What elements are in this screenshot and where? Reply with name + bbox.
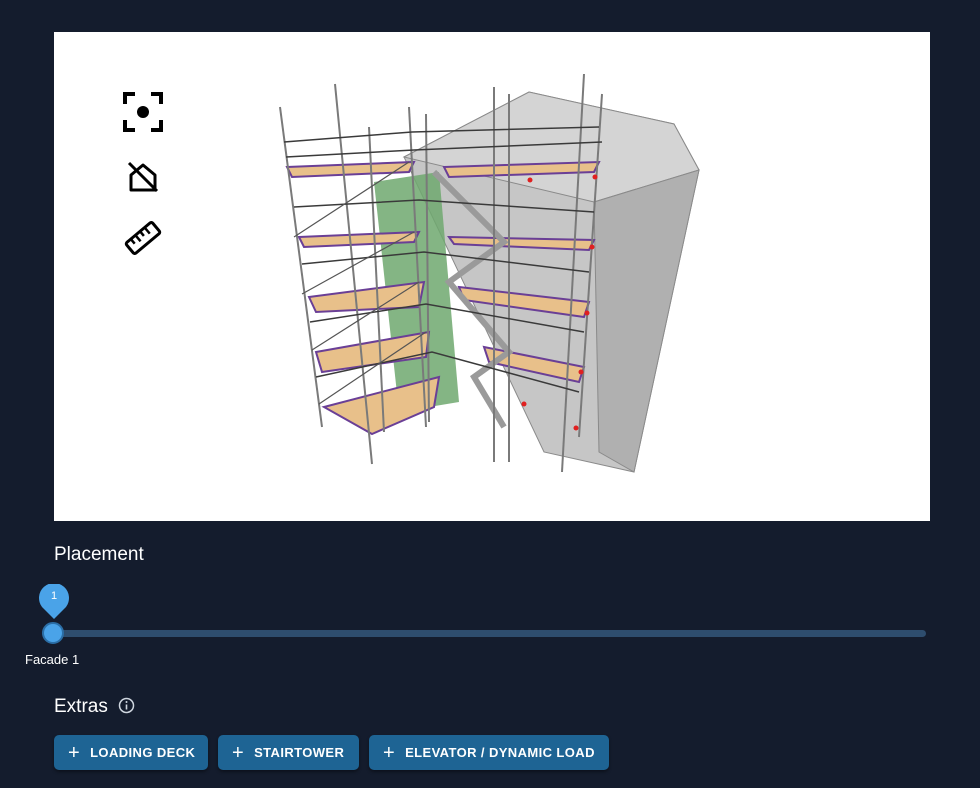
placement-slider-track[interactable] — [54, 630, 926, 637]
stairtower-label: STAIRTOWER — [254, 745, 345, 760]
add-stairtower-button[interactable]: + STAIRTOWER — [218, 735, 359, 770]
loading-deck-label: LOADING DECK — [90, 745, 196, 760]
hide-building-icon[interactable] — [122, 156, 164, 198]
info-icon[interactable] — [118, 697, 135, 714]
slider-value-text: 1 — [50, 590, 58, 602]
elevator-dynamic-load-label: ELEVATOR / DYNAMIC LOAD — [405, 745, 595, 760]
plus-icon: + — [383, 741, 396, 764]
slider-mark-facade[interactable]: Facade 1 — [25, 652, 79, 667]
scaffold-3d-viewer[interactable] — [54, 32, 930, 521]
slider-value-label: 1 — [38, 583, 70, 620]
add-loading-deck-button[interactable]: + LOADING DECK — [54, 735, 208, 770]
add-elevator-dynamic-load-button[interactable]: + ELEVATOR / DYNAMIC LOAD — [369, 735, 609, 770]
plus-icon: + — [68, 741, 81, 764]
placement-slider-thumb[interactable] — [42, 622, 64, 644]
focus-icon[interactable] — [122, 91, 164, 133]
plus-icon: + — [232, 741, 245, 764]
ruler-icon[interactable] — [122, 217, 164, 259]
scaffold-model[interactable] — [54, 32, 930, 521]
extras-title: Extras — [54, 696, 108, 717]
placement-title: Placement — [54, 544, 144, 565]
